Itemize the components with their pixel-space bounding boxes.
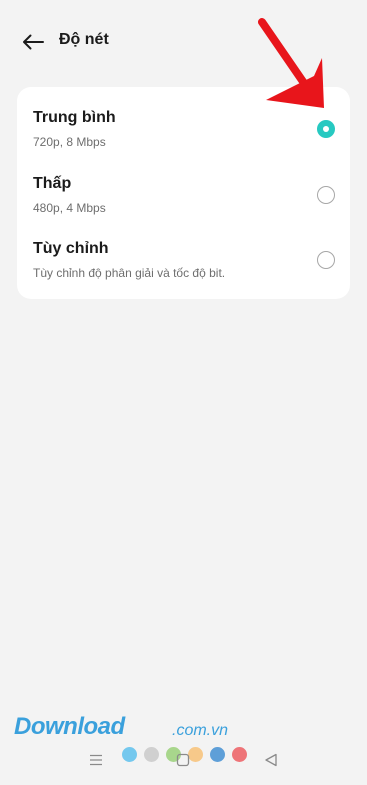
option-description: 480p, 4 Mbps (33, 201, 106, 215)
home-button[interactable] (171, 748, 195, 772)
watermark-domain: .com.vn (172, 722, 229, 739)
option-description: 720p, 8 Mbps (33, 135, 106, 149)
option-low[interactable]: Thấp 480p, 4 Mbps (17, 175, 350, 241)
option-label: Tùy chỉnh (33, 240, 109, 257)
arrow-left-icon (23, 34, 44, 50)
back-button[interactable] (18, 28, 48, 56)
back-triangle-icon (265, 753, 277, 767)
radio-button[interactable] (317, 251, 335, 269)
radio-button-selected[interactable] (317, 120, 335, 138)
system-nav-bar (0, 748, 367, 778)
nav-back-button[interactable] (259, 748, 283, 772)
option-label: Trung bình (33, 109, 116, 126)
quality-options-card: Trung bình 720p, 8 Mbps Thấp 480p, 4 Mbp… (17, 87, 350, 299)
menu-button[interactable] (84, 748, 108, 772)
option-medium[interactable]: Trung bình 720p, 8 Mbps (17, 109, 350, 175)
watermark-brand: Download (14, 713, 125, 740)
radio-button[interactable] (317, 186, 335, 204)
option-description: Tùy chỉnh độ phân giải và tốc độ bit. (33, 266, 226, 280)
annotation-arrow-icon (258, 18, 324, 108)
home-square-icon (176, 753, 190, 767)
option-custom[interactable]: Tùy chỉnh Tùy chỉnh độ phân giải và tốc … (17, 240, 350, 306)
menu-icon (90, 754, 102, 766)
option-label: Thấp (33, 175, 72, 192)
page-title: Độ nét (59, 31, 109, 48)
